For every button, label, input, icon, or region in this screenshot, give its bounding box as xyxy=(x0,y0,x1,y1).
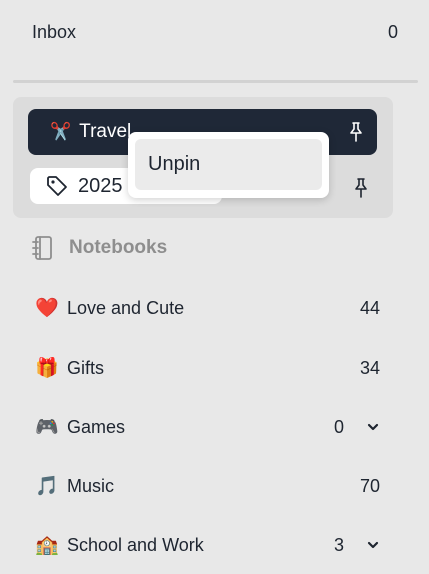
notebook-count: 0 xyxy=(333,416,344,437)
notebooks-header[interactable]: Notebooks xyxy=(32,233,167,263)
tag-label: 2025 xyxy=(78,174,123,197)
pin-icon[interactable] xyxy=(352,177,370,199)
notebook-count: 70 xyxy=(359,475,380,496)
notebook-label: Games xyxy=(67,416,126,437)
sidebar-item-love-and-cute[interactable]: ❤️ Love and Cute 44 xyxy=(35,293,380,323)
inbox-count: 0 xyxy=(387,21,398,42)
chevron-down-icon[interactable] xyxy=(366,423,380,431)
travel-label: Travel xyxy=(79,121,132,142)
travel-emoji-icon: ✂️ xyxy=(50,122,72,141)
sidebar-item-games[interactable]: 🎮 Games 0 xyxy=(35,412,380,442)
notebook-label: Gifts xyxy=(67,357,105,378)
divider xyxy=(13,80,418,83)
gift-icon: 🎁 xyxy=(35,358,59,379)
school-icon: 🏫 xyxy=(35,535,59,556)
sidebar-item-school-and-work[interactable]: 🏫 School and Work 3 xyxy=(35,530,380,560)
notebook-label: Love and Cute xyxy=(67,297,185,318)
notebook-count: 44 xyxy=(359,297,380,318)
sidebar-item-gifts[interactable]: 🎁 Gifts 34 xyxy=(35,353,380,383)
unpin-menu-item[interactable]: Unpin xyxy=(135,139,322,190)
notebook-label: School and Work xyxy=(67,534,204,555)
sidebar-item-inbox[interactable]: Inbox 0 xyxy=(32,18,398,46)
notebook-count: 34 xyxy=(359,357,380,378)
notebooks-header-label: Notebooks xyxy=(69,237,168,258)
music-note-icon: 🎵 xyxy=(35,476,59,497)
inbox-label: Inbox xyxy=(32,21,77,42)
notebook-label: Music xyxy=(67,475,115,496)
game-controller-icon: 🎮 xyxy=(35,417,59,438)
context-menu: Unpin xyxy=(128,132,329,198)
heart-icon: ❤️ xyxy=(35,298,59,319)
notebook-count: 3 xyxy=(333,534,344,555)
tag-icon xyxy=(46,175,68,197)
pin-icon[interactable] xyxy=(347,121,365,143)
chevron-down-icon[interactable] xyxy=(366,541,380,549)
sidebar: Inbox 0 ✂️ Travel 2025 Unpin Notebooks ❤… xyxy=(0,0,429,574)
notebook-icon xyxy=(32,235,54,261)
sidebar-item-music[interactable]: 🎵 Music 70 xyxy=(35,471,380,501)
